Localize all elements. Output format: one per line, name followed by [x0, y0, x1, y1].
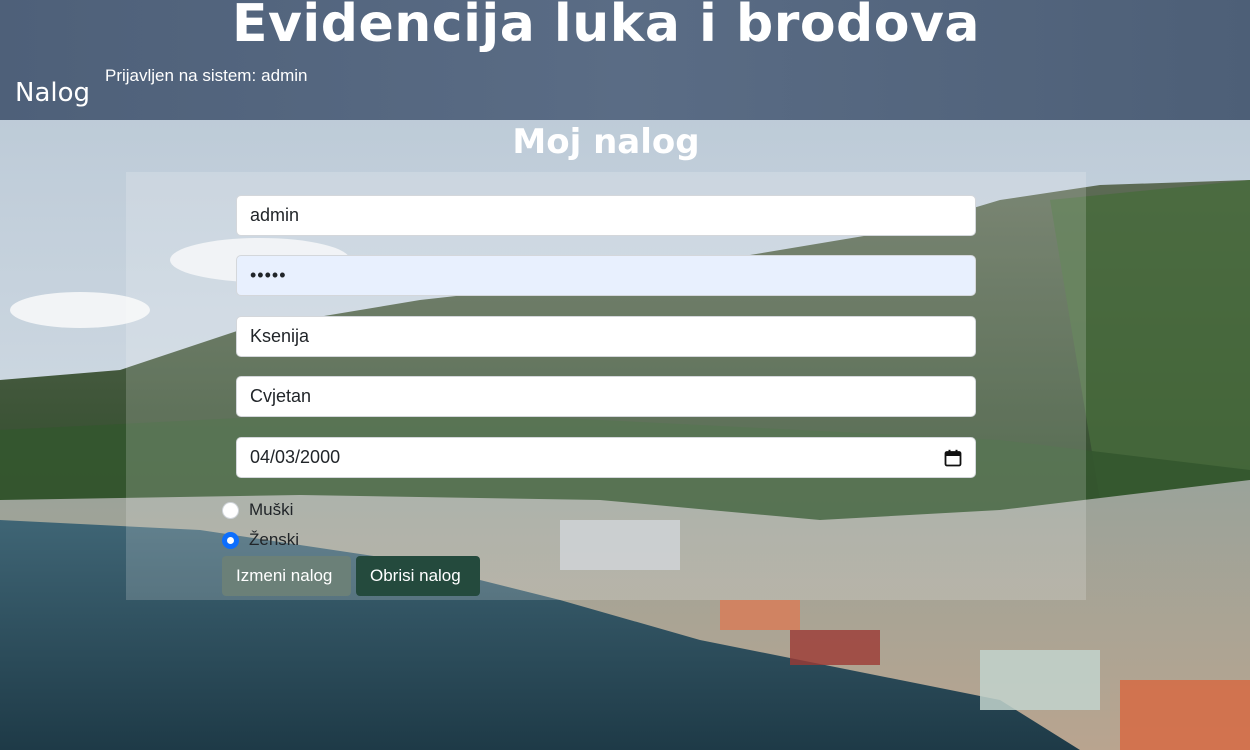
gender-label-female: Ženski — [249, 530, 300, 549]
gender-option-female[interactable]: Ženski — [222, 530, 299, 550]
gender-label-male: Muški — [249, 500, 294, 519]
calendar-icon[interactable] — [944, 449, 962, 467]
page-title: Moj nalog — [512, 122, 700, 162]
first-name-field[interactable]: Ksenija — [236, 316, 976, 357]
first-name-value: Ksenija — [250, 326, 310, 346]
gender-option-male[interactable]: Muški — [222, 500, 293, 520]
site-title: Evidencija luka i brodova — [232, 0, 980, 54]
username-value: admin — [250, 205, 300, 225]
site-header: Evidencija luka i brodova Nalog Prijavlj… — [0, 0, 1250, 120]
logged-in-status: Prijavljen na sistem: admin — [105, 66, 307, 86]
birth-date-field[interactable]: 04/03/2000 — [236, 437, 976, 478]
gender-radio-male[interactable] — [222, 501, 239, 519]
last-name-value: Cvjetan — [250, 386, 312, 406]
username-field[interactable]: admin — [236, 195, 976, 236]
edit-account-button[interactable]: Izmeni nalog — [222, 556, 351, 596]
logged-in-label: Prijavljen na sistem: — [105, 66, 257, 85]
password-value: ••••• — [250, 265, 287, 285]
birth-date-value: 04/03/2000 — [250, 447, 341, 467]
page: Evidencija luka i brodova Nalog Prijavlj… — [0, 0, 1250, 750]
last-name-field[interactable]: Cvjetan — [236, 376, 976, 417]
delete-account-button[interactable]: Obrisi nalog — [356, 556, 480, 596]
password-field[interactable]: ••••• — [236, 255, 976, 296]
logged-in-username: admin — [261, 66, 308, 85]
nav-account-link[interactable]: Nalog — [15, 78, 90, 108]
gender-radio-female[interactable] — [222, 531, 239, 549]
